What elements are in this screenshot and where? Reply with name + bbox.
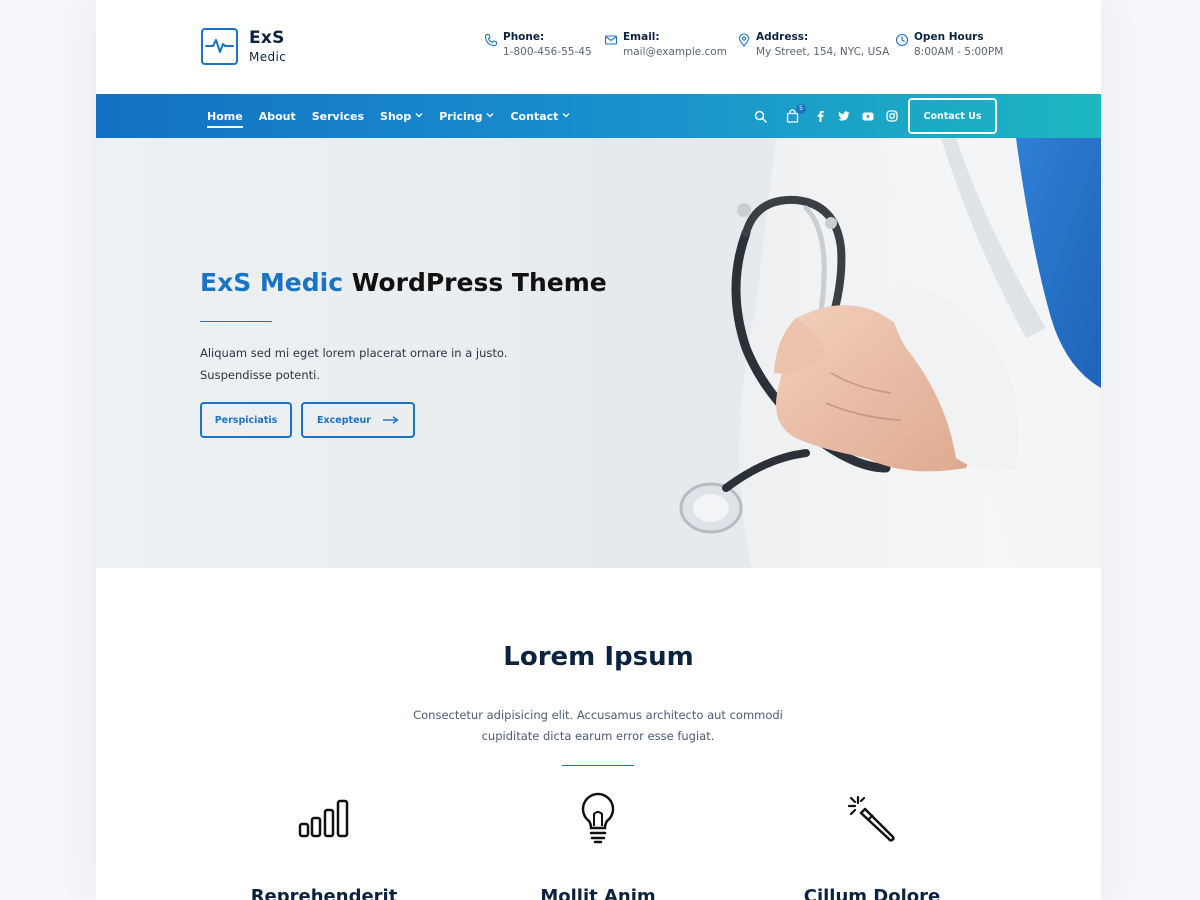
top-header: ExS Medic Phone: 1-800-456-55-45 Email: …	[96, 0, 1101, 94]
nav-item-services[interactable]: Services	[312, 94, 364, 138]
contact-label: Email:	[623, 31, 660, 43]
phone-icon	[484, 32, 498, 47]
section-description: Consectetur adipisicing elit. Accusamus …	[413, 708, 783, 743]
contact-label: Open Hours	[914, 31, 984, 43]
signal-bars-icon	[204, 790, 444, 846]
section-title: Lorem Ipsum	[503, 642, 694, 672]
hero-secondary-button-label: Excepteur	[317, 414, 371, 426]
hero-title-rest: WordPress Theme	[351, 268, 607, 297]
arrow-right-icon	[382, 412, 399, 428]
magic-wand-icon	[752, 790, 992, 846]
heartbeat-logo-icon	[201, 28, 238, 65]
brand-tagline: Medic	[249, 50, 287, 64]
chevron-down-icon	[486, 111, 494, 121]
hero-section: ExS Medic WordPress Theme Aliquam sed mi…	[96, 138, 1101, 568]
contact-value: 8:00AM - 5:00PM	[914, 46, 1004, 58]
nav-item-label: Contact	[510, 109, 559, 123]
main-navigation: Home About Services Shop Pricing Contact…	[96, 94, 1101, 138]
chevron-down-icon	[562, 111, 570, 121]
feature-title: Reprehenderit	[250, 886, 398, 900]
contact-email: Email: mail@example.com	[604, 31, 727, 59]
nav-item-pricing[interactable]: Pricing	[439, 94, 494, 138]
contact-address: Address: My Street, 154, NYC, USA	[737, 31, 889, 59]
instagram-icon[interactable]	[885, 109, 899, 123]
hero-primary-button-label: Perspiciatis	[214, 414, 278, 426]
feature-title: Mollit Anim	[540, 886, 656, 900]
search-icon[interactable]	[753, 109, 767, 123]
hero-divider	[200, 321, 272, 322]
lightbulb-icon	[478, 790, 718, 846]
twitter-icon[interactable]	[837, 109, 851, 123]
clock-icon	[895, 32, 909, 47]
hero-title-accent: ExS Medic	[200, 268, 344, 297]
hero-secondary-button[interactable]: Excepteur	[301, 402, 415, 438]
nav-item-home[interactable]: Home	[207, 94, 243, 138]
hero-primary-button[interactable]: Perspiciatis	[200, 402, 292, 438]
nav-item-shop[interactable]: Shop	[380, 94, 423, 138]
facebook-icon[interactable]	[813, 109, 827, 123]
brand-name: ExS	[249, 28, 285, 48]
email-icon	[604, 32, 618, 46]
contact-label: Phone:	[503, 31, 545, 43]
contact-us-button[interactable]: Contact Us	[908, 98, 997, 134]
feature-card: Mollit Anim	[478, 790, 718, 900]
nav-item-label: Services	[311, 109, 365, 123]
section-divider	[562, 765, 634, 766]
page: ExS Medic Phone: 1-800-456-55-45 Email: …	[96, 0, 1101, 900]
site-logo[interactable]: ExS Medic	[201, 28, 286, 65]
nav-item-label: Shop	[380, 109, 412, 123]
nav-item-contact[interactable]: Contact	[510, 94, 570, 138]
contact-phone: Phone: 1-800-456-55-45	[484, 31, 592, 59]
contact-value: mail@example.com	[623, 46, 727, 58]
doctor-stethoscope-image	[656, 138, 1101, 568]
chevron-down-icon	[415, 111, 423, 121]
nav-item-label: About	[258, 109, 296, 123]
contact-label: Address:	[756, 31, 809, 43]
shopping-bag-icon[interactable]: 5	[785, 104, 806, 123]
feature-title: Cillum Dolore	[803, 886, 941, 900]
contact-hours: Open Hours 8:00AM - 5:00PM	[895, 31, 1003, 59]
hero-description: Aliquam sed mi eget lorem placerat ornar…	[200, 346, 508, 382]
contact-value: My Street, 154, NYC, USA	[756, 46, 890, 58]
feature-card: Cillum Dolore	[752, 790, 992, 900]
nav-item-about[interactable]: About	[259, 94, 296, 138]
hero-title: ExS Medic WordPress Theme	[200, 268, 607, 297]
cart-count-badge: 5	[796, 104, 806, 114]
nav-item-label: Pricing	[439, 109, 483, 123]
nav-item-label: Home	[207, 109, 243, 123]
contact-value: 1-800-456-55-45	[503, 46, 592, 58]
feature-card: Reprehenderit	[204, 790, 444, 900]
location-icon	[737, 32, 751, 47]
youtube-icon[interactable]	[861, 109, 875, 123]
